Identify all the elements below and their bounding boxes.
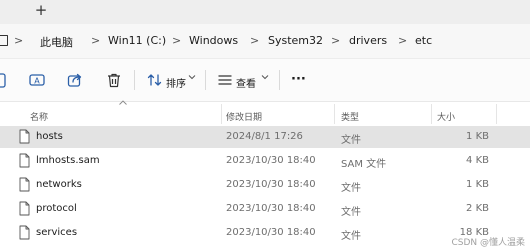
breadcrumb-separator[interactable]: > (91, 34, 100, 47)
column-header-type[interactable]: 类型 (341, 110, 359, 123)
file-size: 1 KB (466, 131, 489, 142)
file-type: 文件 (341, 183, 361, 194)
tab-bar: + (0, 0, 530, 24)
toolbar-divider (205, 70, 206, 90)
file-icon (19, 177, 30, 192)
file-date: 2023/10/30 18:40 (226, 155, 316, 166)
column-header-name[interactable]: 名称 (30, 110, 48, 123)
file-date: 2023/10/30 18:40 (226, 179, 316, 190)
toolbar-divider (279, 70, 280, 90)
file-name: services (36, 227, 78, 238)
column-header-date[interactable]: 修改日期 (226, 110, 262, 123)
paste-icon[interactable] (0, 71, 9, 89)
column-resize-handle[interactable] (334, 104, 335, 124)
file-date: 2023/10/30 18:40 (226, 227, 316, 238)
file-name: lmhosts.sam (36, 155, 100, 166)
breadcrumb-separator: > (14, 34, 24, 47)
breadcrumb-separator[interactable]: > (250, 34, 259, 47)
file-date: 2024/8/1 17:26 (226, 131, 303, 142)
file-icon (19, 225, 30, 240)
file-icon (19, 201, 30, 216)
file-icon (19, 153, 30, 168)
view-button[interactable]: 查看 (236, 75, 256, 90)
breadcrumb-windows[interactable]: Windows (189, 34, 238, 47)
file-name: hosts (36, 131, 63, 142)
address-bar[interactable]: > 此电脑 > Win11 (C:) > Windows > System32 … (0, 24, 530, 59)
breadcrumb-separator[interactable]: > (172, 34, 181, 47)
breadcrumb-drive-c[interactable]: Win11 (C:) (108, 34, 166, 47)
rename-icon[interactable]: A (28, 71, 46, 89)
sort-icon[interactable] (146, 71, 164, 89)
column-resize-handle[interactable] (221, 104, 222, 124)
command-bar: A 排序 查看 ··· (0, 59, 530, 102)
this-pc-icon (0, 35, 8, 46)
file-size: 2 KB (466, 203, 489, 214)
file-type: SAM 文件 (341, 159, 387, 170)
sort-button[interactable]: 排序 (166, 75, 186, 90)
column-resize-handle[interactable] (431, 104, 432, 124)
delete-icon[interactable] (105, 71, 123, 89)
file-type: 文件 (341, 207, 361, 218)
more-options-button[interactable]: ··· (291, 72, 306, 87)
view-icon[interactable] (216, 71, 234, 89)
file-row-hosts[interactable]: hosts 2024/8/1 17:26 文件 1 KB (0, 126, 530, 148)
file-date: 2023/10/30 18:40 (226, 203, 316, 214)
file-icon (19, 129, 30, 144)
file-row-networks[interactable]: networks 2023/10/30 18:40 文件 1 KB (0, 174, 530, 196)
breadcrumb-etc[interactable]: etc (415, 34, 432, 47)
file-type: 文件 (341, 135, 361, 146)
watermark: CSDN @懂人温柔 (451, 238, 525, 248)
chevron-down-icon (261, 75, 269, 80)
file-size: 1 KB (466, 179, 489, 190)
file-name: networks (36, 179, 82, 190)
new-tab-button[interactable]: + (33, 2, 49, 18)
column-header-size[interactable]: 大小 (437, 110, 455, 123)
breadcrumb-drivers[interactable]: drivers (349, 34, 387, 47)
file-row-lmhosts[interactable]: lmhosts.sam 2023/10/30 18:40 SAM 文件 4 KB (0, 150, 530, 172)
breadcrumb-this-pc[interactable]: 此电脑 (40, 34, 73, 50)
svg-text:A: A (34, 77, 40, 86)
file-row-protocol[interactable]: protocol 2023/10/30 18:40 文件 2 KB (0, 198, 530, 220)
file-name: protocol (36, 203, 77, 214)
toolbar-divider (134, 70, 135, 90)
chevron-down-icon (188, 75, 196, 80)
column-resize-handle[interactable] (496, 104, 497, 124)
share-icon[interactable] (66, 71, 84, 89)
file-type: 文件 (341, 231, 361, 242)
breadcrumb-separator[interactable]: > (331, 34, 340, 47)
breadcrumb-separator[interactable]: > (398, 34, 407, 47)
file-size: 4 KB (466, 155, 489, 166)
column-header-row: 名称 修改日期 类型 大小 (0, 102, 530, 124)
breadcrumb-system32[interactable]: System32 (268, 34, 323, 47)
